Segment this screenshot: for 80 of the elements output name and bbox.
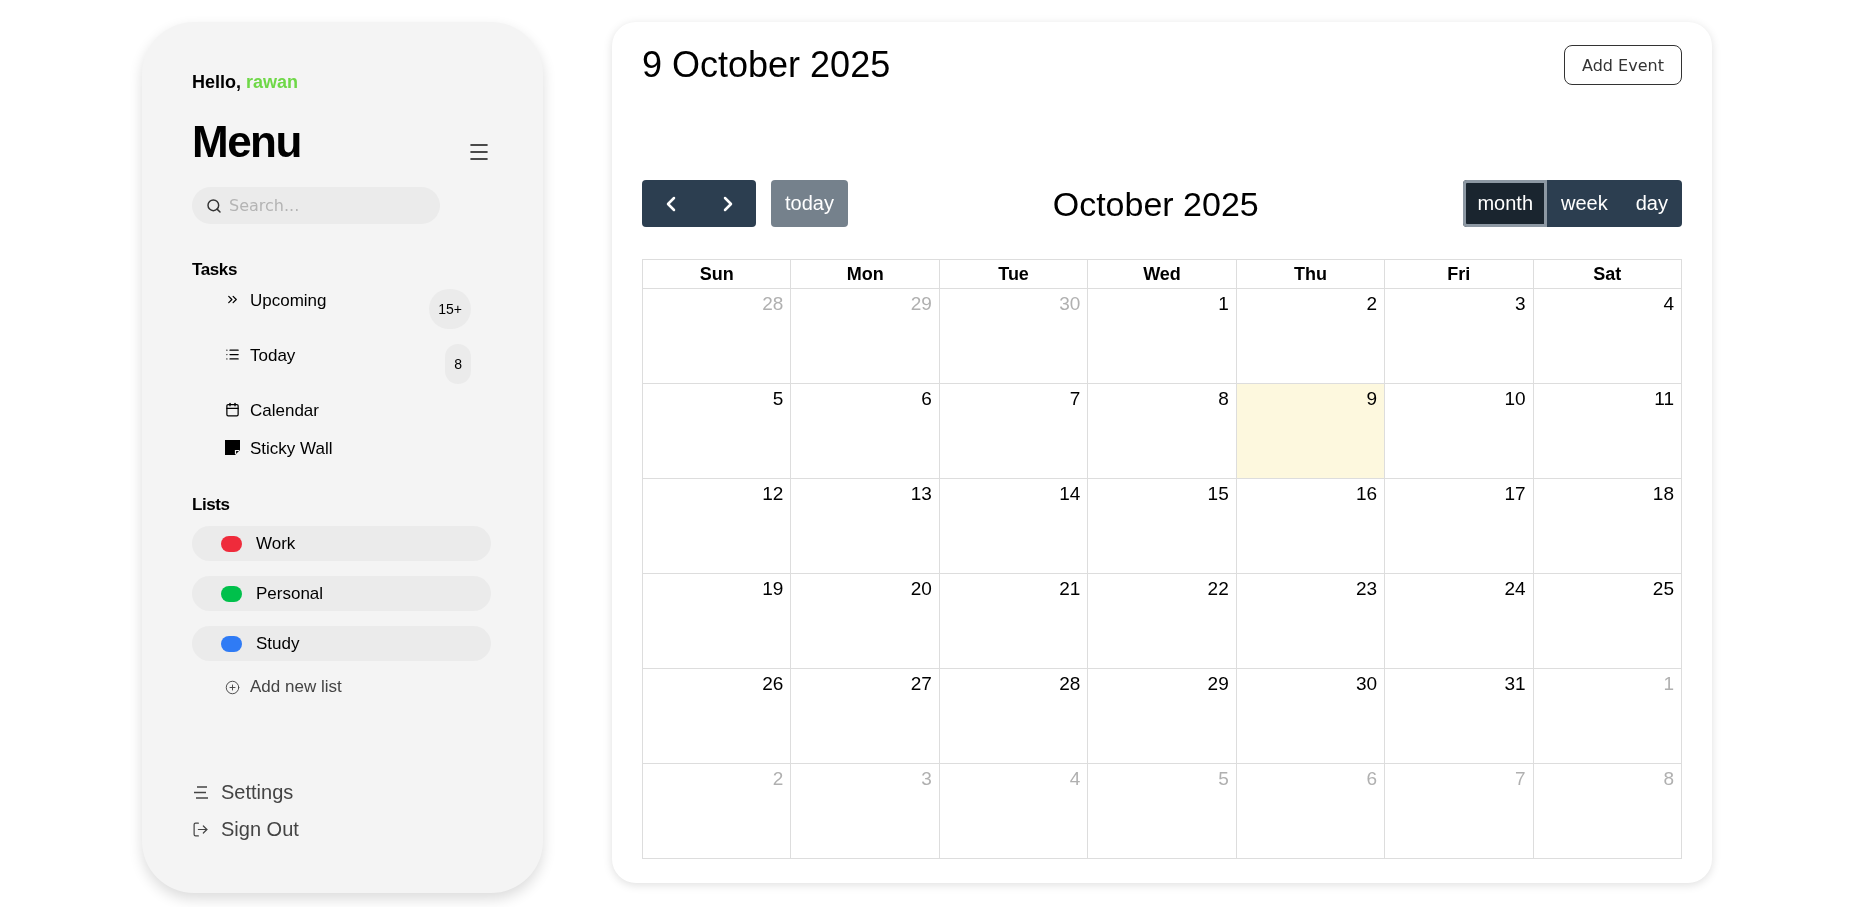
- task-label: Sticky Wall: [250, 438, 333, 460]
- list-label: Study: [256, 632, 300, 655]
- day-number: 13: [910, 483, 932, 505]
- day-number: 31: [1504, 673, 1526, 695]
- list-item[interactable]: Study: [192, 626, 491, 661]
- add-event-button[interactable]: Add Event: [1564, 45, 1682, 85]
- plus-circle-icon: [225, 679, 240, 695]
- footer-link[interactable]: Sign Out: [192, 817, 491, 841]
- list-item[interactable]: Personal: [192, 576, 491, 611]
- day-number: 12: [762, 483, 784, 505]
- footer-link[interactable]: Settings: [192, 780, 491, 804]
- day-number: 19: [762, 578, 784, 600]
- day-number: 1: [1663, 673, 1674, 695]
- day-number: 20: [910, 578, 932, 600]
- menu-title: Menu: [192, 116, 301, 168]
- logout-icon: [192, 820, 209, 838]
- day-number: 29: [1207, 673, 1229, 695]
- day-number: 27: [910, 673, 932, 695]
- task-label: Upcoming: [250, 290, 327, 312]
- day-number: 4: [1663, 293, 1674, 315]
- task-nav-item[interactable]: Upcoming 15+: [192, 290, 491, 329]
- day-number: 9: [1366, 388, 1378, 410]
- day-number: 3: [921, 768, 932, 790]
- day-number: 8: [1218, 388, 1229, 410]
- view-tab[interactable]: day: [1621, 180, 1682, 227]
- day-number: 4: [1069, 768, 1081, 790]
- previous-button[interactable]: [642, 180, 699, 227]
- day-number: 5: [772, 388, 784, 410]
- view-tab[interactable]: month: [1463, 180, 1548, 227]
- day-number: 7: [1069, 388, 1081, 410]
- add-list-link[interactable]: Add new list: [192, 676, 491, 698]
- day-number: 14: [1059, 483, 1081, 505]
- task-nav-item[interactable]: Today 8: [192, 345, 491, 384]
- day-number: 2: [772, 768, 784, 790]
- section-heading: Tasks: [192, 259, 238, 281]
- day-number: 21: [1059, 578, 1081, 600]
- day-number: 30: [1059, 293, 1081, 315]
- day-number: 8: [1663, 768, 1674, 790]
- day-number: 17: [1504, 483, 1526, 505]
- day-number: 7: [1515, 768, 1526, 790]
- list-label: Personal: [256, 582, 324, 605]
- list-label: Work: [256, 532, 296, 555]
- day-number: 22: [1207, 578, 1229, 600]
- note-icon: [225, 440, 240, 455]
- calendar-icon: [225, 402, 240, 417]
- month-title: October 2025: [1052, 183, 1259, 224]
- next-button[interactable]: [699, 180, 756, 227]
- list-icon: [225, 347, 240, 362]
- day-number: 10: [1504, 388, 1526, 410]
- day-number: 2: [1366, 293, 1378, 315]
- settings-icon: [192, 783, 209, 801]
- day-number: 23: [1356, 578, 1378, 600]
- day-number: 15: [1207, 483, 1229, 505]
- day-number: 28: [762, 293, 784, 315]
- day-number: 6: [921, 388, 932, 410]
- search-icon: [206, 198, 222, 214]
- day-number: 3: [1515, 293, 1526, 315]
- date-title: 9 October 2025: [642, 45, 891, 85]
- task-label: Calendar: [250, 400, 319, 422]
- day-number: 18: [1652, 483, 1674, 505]
- day-number: 16: [1356, 483, 1378, 505]
- list-item[interactable]: Work: [192, 526, 491, 561]
- view-tab[interactable]: week: [1547, 180, 1622, 227]
- count-badge: 15+: [429, 289, 471, 329]
- day-number: 24: [1504, 578, 1526, 600]
- day-number: 30: [1356, 673, 1378, 695]
- task-nav-item[interactable]: Calendar: [192, 400, 491, 422]
- task-label: Today: [250, 345, 296, 367]
- day-number: 28: [1059, 673, 1081, 695]
- task-nav-item[interactable]: Sticky Wall: [192, 438, 491, 460]
- day-number: 25: [1652, 578, 1674, 600]
- count-badge: 8: [445, 344, 471, 384]
- day-number: 5: [1218, 768, 1229, 790]
- day-number: 6: [1366, 768, 1378, 790]
- day-number: 26: [762, 673, 784, 695]
- day-number: 1: [1218, 293, 1229, 315]
- greeting-text: Hello, rawan: [192, 71, 300, 93]
- section-heading: Lists: [192, 494, 231, 516]
- day-number: 29: [910, 293, 932, 315]
- day-number: 11: [1654, 388, 1674, 410]
